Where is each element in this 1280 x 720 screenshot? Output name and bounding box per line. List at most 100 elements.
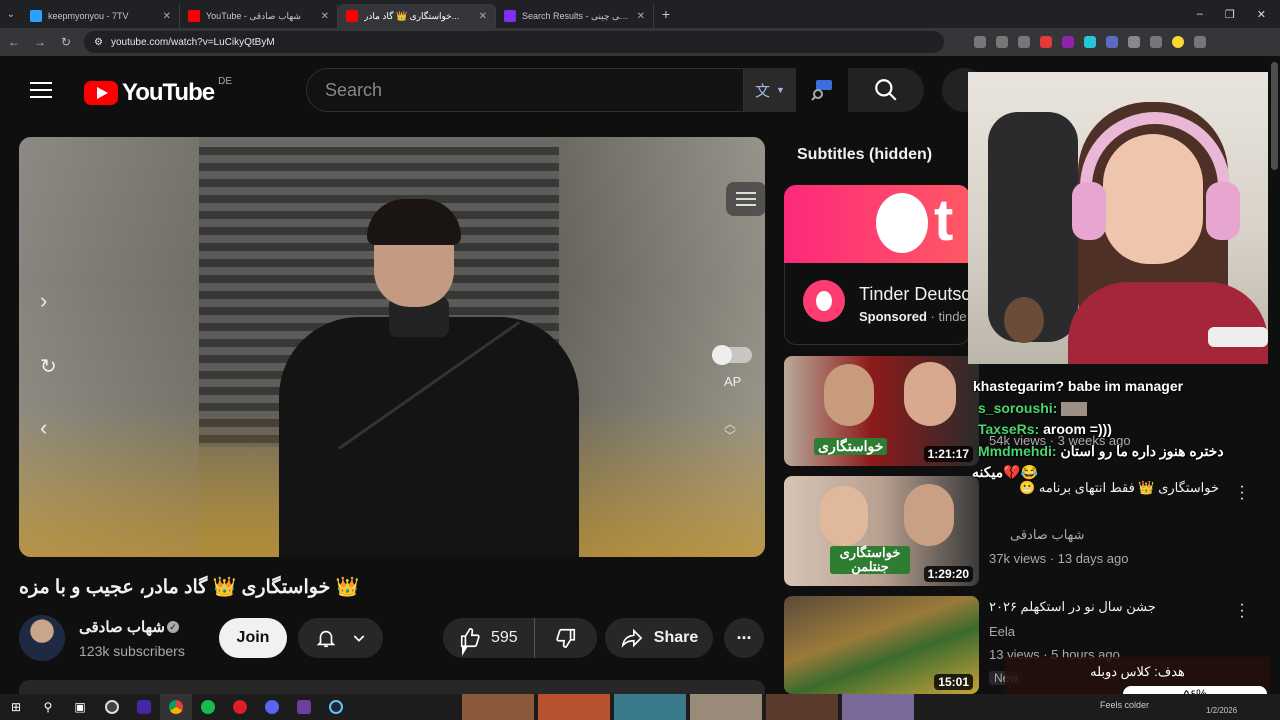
goal-label: هدف: کلاس دوبله bbox=[1090, 664, 1185, 679]
url-field[interactable]: ⚙ youtube.com/watch?v=LuCikyQtByM bbox=[84, 31, 944, 53]
browser-address-bar: ← → ↻ ⚙ youtube.com/watch?v=LuCikyQtByM bbox=[0, 28, 1280, 56]
like-button[interactable]: 595 bbox=[443, 618, 535, 658]
steam-icon[interactable] bbox=[320, 694, 352, 720]
replay-icon[interactable]: ↻ bbox=[40, 354, 57, 379]
app-v-icon[interactable] bbox=[128, 694, 160, 720]
extension-icon[interactable] bbox=[1040, 36, 1052, 48]
chat-message: میکنه💔😂 bbox=[972, 464, 1039, 480]
join-button[interactable]: Join bbox=[219, 618, 287, 658]
related-video-channel[interactable]: Eela bbox=[989, 624, 1015, 639]
sidebar-icon[interactable] bbox=[1150, 36, 1162, 48]
related-video-thumbnail[interactable]: 15:01 bbox=[784, 596, 979, 694]
video-duration: 1:21:17 bbox=[923, 446, 973, 462]
chat-message: TaxseRs: aroom =))) bbox=[978, 421, 1112, 437]
start-windows-icon[interactable]: ⊞ bbox=[0, 694, 32, 720]
obs-icon[interactable] bbox=[96, 694, 128, 720]
extensions-puzzle-icon[interactable] bbox=[1128, 36, 1140, 48]
related-video-thumbnail[interactable]: خواستگاری جنتلمن 1:29:20 bbox=[784, 476, 979, 586]
dropdown-caret-icon: ▼ bbox=[776, 85, 785, 95]
discord-icon[interactable] bbox=[256, 694, 288, 720]
maximize-button[interactable]: ❐ bbox=[1225, 8, 1235, 21]
site-info-icon[interactable]: ⚙ bbox=[94, 37, 103, 48]
chat-message: s_soroushi: bbox=[978, 400, 1088, 417]
search-input[interactable]: Search bbox=[306, 68, 744, 112]
forward-arrow-icon[interactable]: → bbox=[32, 35, 48, 49]
like-count: 595 bbox=[491, 629, 518, 646]
extension-icon[interactable] bbox=[1106, 36, 1118, 48]
spotify-icon[interactable] bbox=[192, 694, 224, 720]
video-title: خواستگاری 👑 گاد مادر، عجیب و با مزه 👑 bbox=[19, 577, 360, 598]
related-video-title[interactable]: خواستگاری 👑 فقط انتهای برنامه 😬 bbox=[989, 479, 1219, 497]
close-window-button[interactable]: ✕ bbox=[1257, 8, 1266, 21]
next-chevron-icon[interactable]: › bbox=[40, 288, 47, 314]
scroll-updown-icon[interactable]: ︿ ﹀ bbox=[724, 418, 736, 442]
tab-close-icon[interactable]: ✕ bbox=[637, 11, 645, 22]
dislike-button[interactable] bbox=[535, 627, 597, 649]
page-scrollbar[interactable] bbox=[1271, 62, 1278, 170]
player-menu-icon[interactable] bbox=[726, 182, 766, 216]
search-button[interactable] bbox=[848, 68, 924, 112]
search-icon bbox=[875, 79, 897, 101]
creative-cloud-icon[interactable] bbox=[224, 694, 256, 720]
autoplay-toggle[interactable] bbox=[712, 345, 752, 365]
profile-avatar[interactable] bbox=[1172, 36, 1184, 48]
ad-title[interactable]: Tinder Deutsc bbox=[859, 284, 969, 305]
browser-tab-3[interactable]: خواستگاری 👑 گاد مادر... ✕ bbox=[338, 4, 496, 28]
tab-search-button[interactable]: ⌄ bbox=[0, 9, 22, 20]
search-placeholder: Search bbox=[325, 79, 383, 100]
taskbar-date[interactable]: 1/2/2026 bbox=[1206, 706, 1237, 715]
related-video-channel[interactable]: شهاب صادقی bbox=[1010, 527, 1085, 543]
browser-menu-icon[interactable] bbox=[1194, 36, 1206, 48]
related-video-thumbnail[interactable]: خواستگاری 1:21:17 bbox=[784, 356, 979, 466]
caption-search-icon[interactable] bbox=[800, 68, 844, 112]
browser-tab-4[interactable]: Search Results - طالع بینی چینی ✕ bbox=[496, 4, 654, 28]
ad-sponsored-line: Sponsored · tinde bbox=[859, 309, 967, 324]
bookmark-star-icon[interactable] bbox=[1018, 36, 1030, 48]
extension-icon[interactable] bbox=[1084, 36, 1096, 48]
search-icon[interactable]: ⚲ bbox=[32, 694, 64, 720]
video-options-icon[interactable]: · · · bbox=[1238, 597, 1246, 625]
weather-widget[interactable]: Feels colder bbox=[1100, 700, 1149, 710]
more-actions-button[interactable]: ··· bbox=[724, 618, 764, 658]
thumbnail-text: خواستگاری جنتلمن bbox=[830, 546, 910, 574]
tab-close-icon[interactable]: ✕ bbox=[479, 11, 487, 22]
minimize-button[interactable]: – bbox=[1197, 8, 1203, 21]
tinder-logo[interactable] bbox=[803, 280, 845, 322]
video-player[interactable] bbox=[19, 137, 765, 557]
tab-favicon-icon bbox=[346, 10, 358, 22]
logo-text: YouTube bbox=[122, 79, 215, 106]
back-arrow-icon[interactable]: ← bbox=[6, 35, 22, 49]
channel-avatar[interactable] bbox=[19, 615, 65, 661]
verified-icon: ✓ bbox=[167, 621, 179, 633]
browser-tab-1[interactable]: keepmyonyou - 7TV ✕ bbox=[22, 4, 180, 28]
related-video-title[interactable]: جشن سال نو در استکهلم ۲۰۲۶ bbox=[989, 598, 1159, 616]
tab-close-icon[interactable]: ✕ bbox=[321, 11, 329, 22]
chevron-down-icon bbox=[353, 635, 364, 642]
browser-tab-2[interactable]: YouTube - شهاب صادقی ✕ bbox=[180, 4, 338, 28]
hamburger-menu-icon[interactable] bbox=[30, 82, 52, 103]
ad-thumbnail[interactable]: t bbox=[784, 185, 970, 263]
tab-close-icon[interactable]: ✕ bbox=[163, 11, 171, 22]
task-view-icon[interactable]: ▣ bbox=[64, 694, 96, 720]
youtube-logo[interactable]: YouTube DE bbox=[84, 76, 232, 107]
browser-tab-bar: ⌄ keepmyonyou - 7TV ✕ YouTube - شهاب صاد… bbox=[0, 0, 1280, 28]
reload-icon[interactable]: ↻ bbox=[58, 35, 74, 49]
app-r-icon[interactable] bbox=[288, 694, 320, 720]
youtube-play-icon bbox=[84, 81, 118, 105]
extension-icon[interactable] bbox=[1062, 36, 1074, 48]
translate-icon: 文 bbox=[755, 82, 771, 100]
zoom-icon[interactable] bbox=[996, 36, 1008, 48]
subtitles-label: Subtitles (hidden) bbox=[797, 146, 933, 163]
cast-icon[interactable] bbox=[974, 36, 986, 48]
share-button[interactable]: Share bbox=[605, 618, 713, 658]
previous-chevron-icon[interactable]: ‹ bbox=[40, 415, 47, 441]
translate-keyboard-button[interactable]: 文 ▼ bbox=[744, 68, 796, 112]
tab-favicon-icon bbox=[30, 10, 42, 22]
channel-name[interactable]: شهاب صادقی bbox=[79, 618, 165, 636]
thumbs-down-icon bbox=[556, 628, 576, 648]
description-box[interactable] bbox=[19, 680, 765, 694]
new-tab-button[interactable]: + bbox=[654, 6, 678, 22]
video-options-icon[interactable]: · · · bbox=[1238, 479, 1246, 507]
chrome-icon[interactable] bbox=[160, 694, 192, 720]
subscription-bell-button[interactable] bbox=[298, 618, 383, 658]
